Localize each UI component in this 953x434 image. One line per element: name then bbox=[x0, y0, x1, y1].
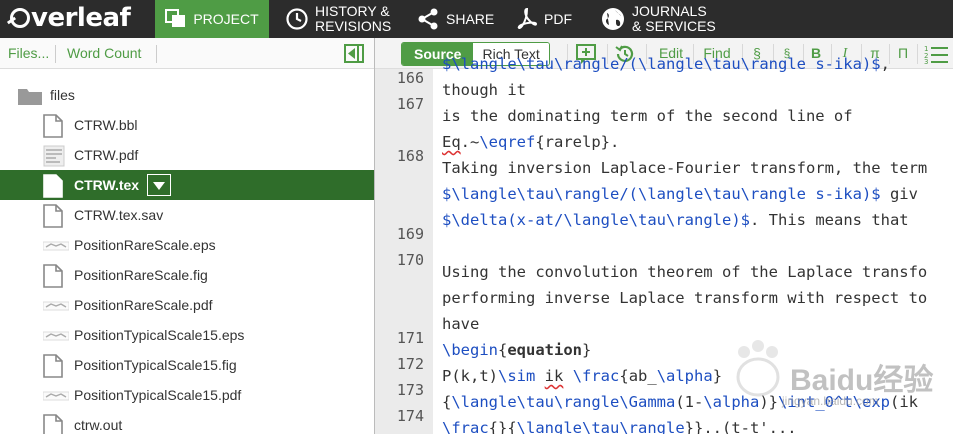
nav-share-label: SHARE bbox=[446, 11, 495, 27]
file-name: PositionTypicalScale15.pdf bbox=[74, 387, 242, 403]
line-number: 172 bbox=[396, 355, 424, 373]
toolbar-divider bbox=[156, 45, 157, 63]
file-tree: files CTRW.bbl CTRW.pdf CTRW.tex CTRW.tex.s… bbox=[0, 80, 374, 434]
text-file-icon bbox=[43, 414, 63, 434]
nav-history-label-1: HISTORY & bbox=[315, 3, 390, 19]
nav-history-button[interactable]: HISTORY & REVISIONS bbox=[285, 0, 391, 38]
folder-icon bbox=[18, 89, 42, 105]
image-file-icon bbox=[42, 294, 70, 321]
image-file-icon bbox=[42, 234, 70, 261]
text-file-icon bbox=[43, 174, 63, 201]
file-row[interactable]: CTRW.bbl bbox=[0, 110, 374, 140]
line-number: 168 bbox=[396, 147, 424, 165]
code-line: $\langle\tau\rangle/(\langle\tau\rangle … bbox=[442, 185, 918, 203]
file-toolbar: Files... Word Count bbox=[0, 38, 374, 69]
file-options-dropdown-button[interactable] bbox=[147, 174, 171, 196]
logo-text: verleaf bbox=[31, 3, 131, 33]
nav-journals-label-2: & SERVICES bbox=[632, 18, 716, 34]
file-name: PositionRareScale.fig bbox=[74, 267, 208, 283]
share-icon bbox=[418, 8, 438, 30]
line-number: 167 bbox=[396, 95, 424, 113]
line-number: 170 bbox=[396, 251, 424, 269]
nav-project-button[interactable]: PROJECT bbox=[155, 0, 269, 38]
nav-history-label-2: REVISIONS bbox=[315, 18, 392, 34]
numbered-list-icon[interactable]: 1 2 3 bbox=[924, 44, 948, 64]
file-row[interactable]: CTRW.tex bbox=[0, 170, 374, 200]
line-number: 173 bbox=[396, 381, 424, 399]
file-tree-pane: Files... Word Count files CTRW.bbl CTRW.p… bbox=[0, 38, 375, 434]
file-row[interactable]: PositionTypicalScale15.fig bbox=[0, 350, 374, 380]
watermark-text: Baidu经验 bbox=[790, 364, 934, 397]
nav-pdf-label: PDF bbox=[544, 11, 572, 27]
top-navigation-bar: verleaf PROJECT HISTORY & REVISIONS SHAR… bbox=[0, 0, 953, 38]
line-number: 171 bbox=[396, 329, 424, 347]
collapse-pane-icon[interactable] bbox=[344, 44, 364, 63]
file-row[interactable]: ctrw.out bbox=[0, 410, 374, 434]
file-name: CTRW.pdf bbox=[74, 147, 139, 163]
file-name: CTRW.bbl bbox=[74, 117, 138, 133]
file-row[interactable]: PositionRareScale.fig bbox=[0, 260, 374, 290]
nav-journals-button[interactable]: JOURNALS & SERVICES bbox=[600, 0, 716, 38]
code-line: though it bbox=[442, 81, 526, 99]
toolbar-divider bbox=[917, 44, 918, 64]
folder-label: files bbox=[50, 87, 75, 103]
nav-journals-label-1: JOURNALS bbox=[632, 3, 707, 19]
overleaf-logo[interactable]: verleaf bbox=[10, 3, 131, 33]
nav-project-label: PROJECT bbox=[193, 11, 259, 27]
folder-row-files[interactable]: files bbox=[0, 80, 374, 110]
files-menu-button[interactable]: Files... bbox=[8, 38, 49, 69]
display-math-button[interactable]: Π bbox=[896, 38, 910, 69]
file-row[interactable]: PositionRareScale.pdf bbox=[0, 290, 374, 320]
code-line: is the dominating term of the second lin… bbox=[442, 107, 853, 125]
text-file-icon bbox=[43, 204, 63, 231]
image-file-icon bbox=[42, 324, 70, 351]
globe-icon bbox=[602, 8, 624, 30]
file-name: CTRW.tex.sav bbox=[74, 207, 164, 223]
word-count-button[interactable]: Word Count bbox=[67, 38, 141, 69]
line-number: 174 bbox=[396, 407, 424, 425]
file-name: PositionTypicalScale15.fig bbox=[74, 357, 237, 373]
file-name: ctrw.out bbox=[74, 417, 123, 433]
code-line: Using the convolution theorem of the Lap… bbox=[442, 263, 928, 281]
text-file-icon bbox=[43, 264, 63, 291]
file-name: PositionRareScale.eps bbox=[74, 237, 216, 253]
code-line: have bbox=[442, 315, 480, 333]
text-file-icon bbox=[43, 114, 63, 141]
toolbar-divider bbox=[55, 45, 56, 63]
file-row[interactable]: PositionRareScale.eps bbox=[0, 230, 374, 260]
text-file-icon bbox=[43, 354, 63, 381]
file-row[interactable]: PositionTypicalScale15.pdf bbox=[0, 380, 374, 410]
overleaf-logo-icon bbox=[10, 8, 30, 28]
project-icon bbox=[165, 9, 186, 27]
code-line: \begin{equation} bbox=[442, 341, 592, 359]
watermark-subtext: jingyan.baidu.com bbox=[782, 394, 879, 408]
line-number-gutter: 166 167 168 169 170 171 172 173 174 bbox=[375, 69, 433, 434]
file-row[interactable]: CTRW.pdf bbox=[0, 140, 374, 170]
code-line: Eq.~\eqref{rarelp}. bbox=[442, 133, 620, 151]
code-line: $\delta(x-at/\langle\tau\rangle)$. This … bbox=[442, 211, 909, 229]
pdf-file-icon bbox=[43, 144, 65, 171]
code-line: Taking inversion Laplace-Fourier transfo… bbox=[442, 159, 928, 177]
file-name: CTRW.tex bbox=[74, 177, 140, 193]
image-file-icon bbox=[42, 384, 70, 411]
file-row[interactable]: PositionTypicalScale15.eps bbox=[0, 320, 374, 350]
nav-share-button[interactable]: SHARE bbox=[416, 0, 494, 38]
pdf-icon bbox=[517, 7, 538, 29]
file-name: PositionTypicalScale15.eps bbox=[74, 327, 245, 343]
svg-text:3: 3 bbox=[924, 58, 928, 64]
file-name: PositionRareScale.pdf bbox=[74, 297, 213, 313]
nav-pdf-button[interactable]: PDF bbox=[516, 0, 572, 38]
code-line: performing inverse Laplace transform wit… bbox=[442, 289, 928, 307]
history-clock-icon bbox=[286, 8, 308, 30]
code-line: $\langle\tau\rangle/(\langle\tau\rangle … bbox=[442, 55, 890, 73]
code-line: P(k,t)\sim ik \frac{ab_\alpha} bbox=[442, 367, 723, 385]
file-row[interactable]: CTRW.tex.sav bbox=[0, 200, 374, 230]
line-number: 166 bbox=[396, 69, 424, 87]
line-number: 169 bbox=[396, 225, 424, 243]
